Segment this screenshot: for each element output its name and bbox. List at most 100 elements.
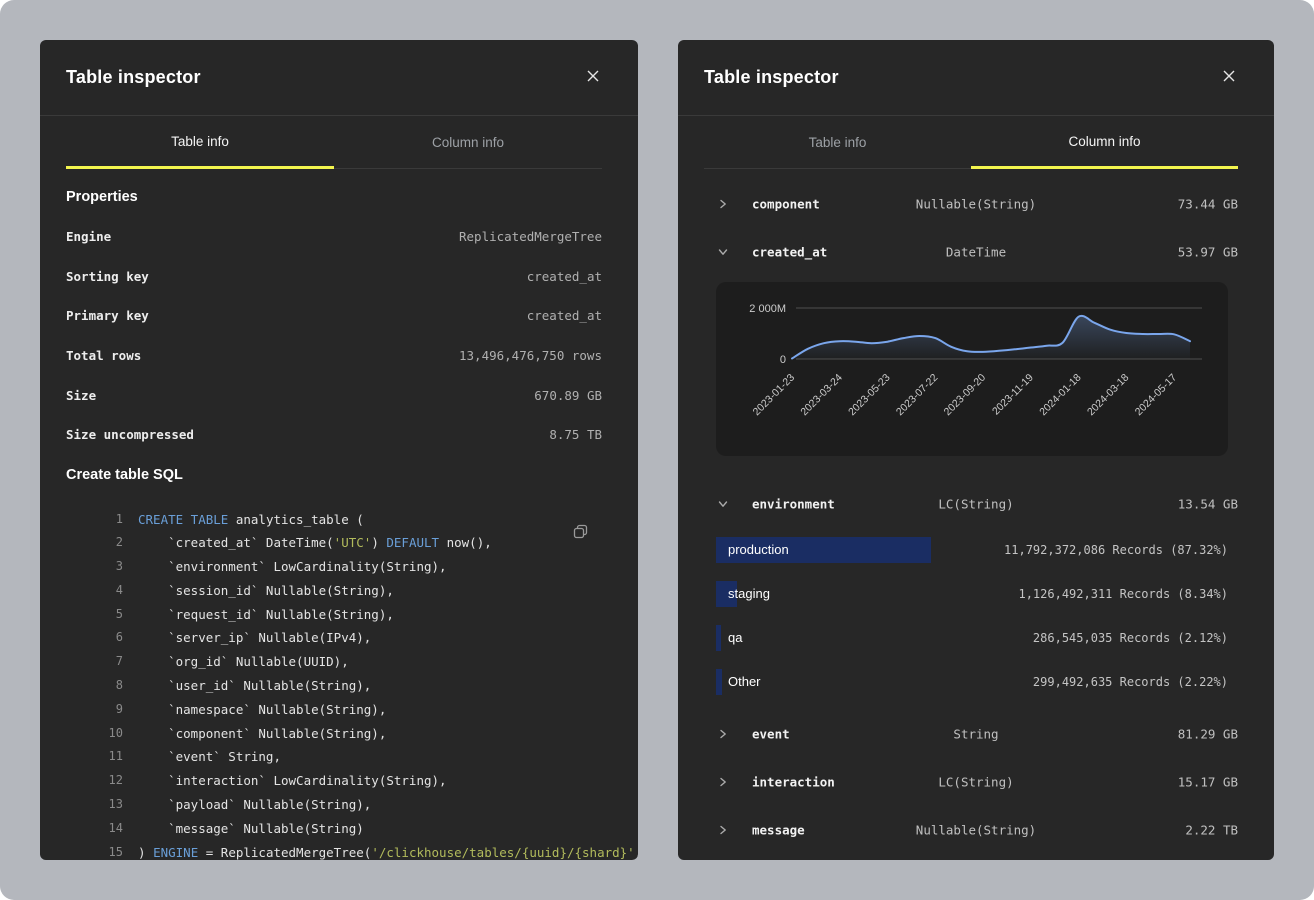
line-number: 10 [66,722,138,746]
properties-list: EngineReplicatedMergeTree Sorting key crea… [66,217,602,455]
property-value: created_at [527,308,602,323]
column-size: 13.54 GB [1178,497,1238,512]
chart-area-fill [792,316,1190,359]
property-value: ReplicatedMergeTree [459,229,602,244]
x-tick-label: 2023-05-23 [846,372,893,419]
line-number: 4 [66,579,138,603]
code-text: `environment` LowCardinality(String), [138,555,447,579]
column-name: component [752,197,820,212]
properties-heading: Properties [66,177,602,217]
column-name: interaction [752,775,835,790]
line-number: 12 [66,769,138,793]
property-label: Size [66,388,96,403]
code-line: 6 `server_ip` Nullable(IPv4), [66,626,602,650]
column-row-component[interactable]: componentNullable(String)73.44 GB [678,180,1274,228]
line-number: 2 [66,531,138,555]
close-icon [586,69,600,86]
code-text: CREATE TABLE analytics_table ( [138,508,364,532]
property-label: Sorting key [66,269,149,284]
value-label: staging [728,572,770,616]
column-name: environment [752,497,835,512]
property-value: 8.75 TB [549,427,602,442]
tab-table-info[interactable]: Table info [704,116,971,169]
line-number: 8 [66,674,138,698]
chevron-right-icon[interactable] [718,199,728,209]
code-line: 13 `payload` Nullable(String), [66,793,602,817]
code-text: `created_at` DateTime('UTC') DEFAULT now… [138,531,492,555]
column-row-message[interactable]: messageNullable(String)2.22 TB [678,806,1274,854]
chevron-right-icon[interactable] [718,777,728,787]
property-value: created_at [527,269,602,284]
created-at-distribution-chart: 2 000M02023-01-232023-03-242023-05-23202… [716,282,1228,456]
panel-title: Table inspector [704,67,839,88]
column-type: LC(String) [938,775,1013,790]
svg-text:2 000M: 2 000M [749,303,786,315]
close-icon [1222,69,1236,86]
code-text: ) ENGINE = ReplicatedMergeTree('/clickho… [138,841,638,860]
chevron-right-icon[interactable] [718,729,728,739]
copy-icon [572,523,589,543]
x-tick-label: 2024-05-17 [1133,372,1180,419]
chevron-right-icon[interactable] [718,825,728,835]
line-number: 6 [66,626,138,650]
code-text: `interaction` LowCardinality(String), [138,769,447,793]
tab-label: Table info [809,135,867,150]
property-label: Size uncompressed [66,427,194,442]
line-number: 3 [66,555,138,579]
close-button[interactable] [584,67,602,88]
close-button[interactable] [1220,67,1238,88]
column-row-created_at[interactable]: created_atDateTime53.97 GB [678,228,1274,276]
code-line: 11 `event` String, [66,745,602,769]
code-text: `server_ip` Nullable(IPv4), [138,626,371,650]
property-value: 670.89 GB [534,388,602,403]
value-bar-row-production: production 11,792,372,086 Records (87.32%… [678,528,1274,572]
column-row-interaction[interactable]: interactionLC(String)15.17 GB [678,758,1274,806]
value-bar [716,669,722,695]
tab-table-info[interactable]: Table info [66,116,334,169]
column-name: message [752,823,805,838]
code-line: 9 `namespace` Nullable(String), [66,698,602,722]
property-label: Primary key [66,308,149,323]
code-text: `message` Nullable(String) [138,817,364,841]
tab-column-info[interactable]: Column info [334,116,602,169]
line-number: 14 [66,817,138,841]
code-text: `session_id` Nullable(String), [138,579,394,603]
panel-title: Table inspector [66,67,201,88]
tab-column-info[interactable]: Column info [971,116,1238,169]
column-type: Nullable(String) [916,823,1036,838]
code-line: 1CREATE TABLE analytics_table ( [66,508,602,532]
code-line: 7 `org_id` Nullable(UUID), [66,650,602,674]
property-row: EngineReplicatedMergeTree [66,217,602,257]
line-number: 9 [66,698,138,722]
code-text: `namespace` Nullable(String), [138,698,386,722]
property-label: Total rows [66,348,141,363]
chevron-down-icon[interactable] [718,499,728,509]
chevron-down-icon[interactable] [718,247,728,257]
column-size: 53.97 GB [1178,245,1238,260]
code-text: `payload` Nullable(String), [138,793,371,817]
property-row: Size 670.89 GB [66,375,602,415]
code-line: 10 `component` Nullable(String), [66,722,602,746]
copy-sql-button[interactable] [566,519,594,547]
value-label: qa [728,616,742,660]
table-info-content: Properties EngineReplicatedMergeTree Sort… [40,177,638,860]
value-records: 299,492,635 Records (2.22%) [1033,675,1228,689]
column-name: event [752,727,790,742]
property-row: Primary key created_at [66,296,602,336]
environment-value-bars: production 11,792,372,086 Records (87.32%… [678,528,1274,704]
line-number: 1 [66,508,138,532]
column-row-event[interactable]: eventString81.29 GB [678,710,1274,758]
value-records: 11,792,372,086 Records (87.32%) [1004,543,1228,557]
value-label: production [728,528,789,572]
column-size: 81.29 GB [1178,727,1238,742]
screenshot-canvas: Table inspector Table info Column info P… [0,0,1314,900]
code-line: 8 `user_id` Nullable(String), [66,674,602,698]
value-bar-row-qa: qa 286,545,035 Records (2.12%) [678,616,1274,660]
value-records: 286,545,035 Records (2.12%) [1033,631,1228,645]
value-records: 1,126,492,311 Records (8.34%) [1018,587,1228,601]
column-row-environment[interactable]: environmentLC(String)13.54 GB [678,480,1274,528]
x-tick-label: 2023-09-20 [942,372,989,419]
column-type: DateTime [946,245,1006,260]
code-line: 14 `message` Nullable(String) [66,817,602,841]
code-text: `user_id` Nullable(String), [138,674,371,698]
